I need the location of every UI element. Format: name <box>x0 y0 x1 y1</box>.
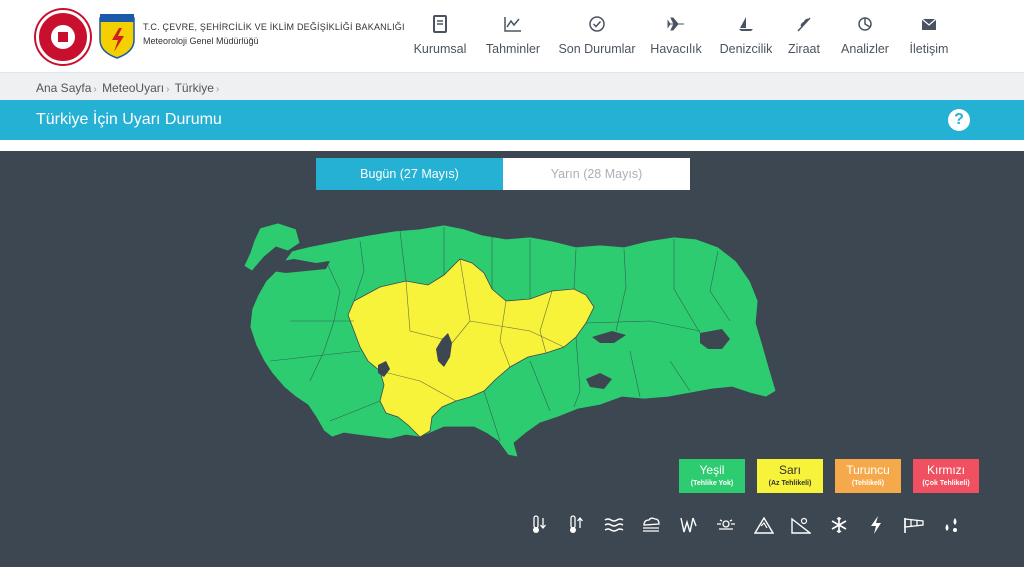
nav-label: Kurumsal <box>413 42 467 56</box>
nav-label: Havacılık <box>650 42 702 56</box>
warning-legend: Yeşil (Tehlike Yok) Sarı (Az Tehlikeli) … <box>679 459 991 493</box>
legend-orange[interactable]: Turuncu (Tehlikeli) <box>835 459 901 493</box>
nav-kurumsal[interactable]: Kurumsal <box>408 14 472 56</box>
legend-desc: (Tehlikeli) <box>851 480 885 487</box>
turkey-warning-map[interactable] <box>230 211 790 461</box>
nav-havacilik[interactable]: Havacılık <box>649 14 703 56</box>
hail-icon[interactable] <box>933 511 971 539</box>
rain-icon[interactable] <box>670 511 708 539</box>
wind-waves-icon[interactable] <box>595 511 633 539</box>
page-title: Türkiye İçin Uyarı Durumu <box>36 111 222 128</box>
nav-iletisim[interactable]: İletişim <box>909 14 949 56</box>
breadcrumb-home[interactable]: Ana Sayfa <box>36 81 91 95</box>
meteorology-logo[interactable] <box>98 10 136 60</box>
nav-label: Son Durumlar <box>558 42 636 56</box>
nav-label: Analizler <box>841 42 889 56</box>
ministry-name: T.C. ÇEVRE, ŞEHİRCİLİK VE İKLİM DEĞİŞİKL… <box>143 22 405 32</box>
nav-label: İletişim <box>909 42 949 56</box>
low-temperature-icon[interactable] <box>520 511 558 539</box>
directorate-name: Meteoroloji Genel Müdürlüğü <box>143 36 259 46</box>
ministry-logo[interactable] <box>36 10 90 64</box>
legend-name: Yeşil <box>699 463 725 477</box>
warning-panel: Bugün (27 Mayıs) Yarın (28 Mayıs) Yeşil … <box>0 151 1024 567</box>
plane-icon <box>667 17 684 31</box>
snowflake-icon[interactable] <box>820 511 858 539</box>
organization-name: T.C. ÇEVRE, ŞEHİRCİLİK VE İKLİM DEĞİŞİKL… <box>143 22 405 46</box>
breadcrumb-turkiye[interactable]: Türkiye <box>175 81 214 95</box>
nav-son-durumlar[interactable]: Son Durumlar <box>557 14 637 56</box>
high-temperature-icon[interactable] <box>558 511 596 539</box>
book-icon <box>433 15 447 33</box>
avalanche-icon[interactable] <box>745 511 783 539</box>
envelope-icon <box>921 18 937 30</box>
breadcrumb: Ana Sayfa › MeteoUyarı › Türkiye › <box>0 72 1024 100</box>
legend-desc: (Çok Tehlikeli) <box>922 480 970 487</box>
chart-icon <box>504 17 521 32</box>
nav-label: Denizcilik <box>719 42 773 56</box>
windsock-icon[interactable] <box>895 511 933 539</box>
legend-name: Turuncu <box>846 463 890 477</box>
legend-name: Kırmızı <box>927 463 965 477</box>
page-title-bar: Türkiye İçin Uyarı Durumu ? <box>0 100 1024 140</box>
nav-ziraat[interactable]: Ziraat <box>785 14 823 56</box>
tab-today[interactable]: Bugün (27 Mayıs) <box>316 158 503 190</box>
nav-label: Ziraat <box>788 42 820 56</box>
breadcrumb-meteouyari[interactable]: MeteoUyarı <box>102 81 164 95</box>
nav-label: Tahminler <box>485 42 541 56</box>
landslide-icon[interactable] <box>783 511 821 539</box>
help-icon[interactable]: ? <box>948 109 970 131</box>
legend-yellow[interactable]: Sarı (Az Tehlikeli) <box>757 459 823 493</box>
wheat-icon <box>797 17 811 32</box>
snowfall-icon[interactable] <box>633 511 671 539</box>
nav-analizler[interactable]: Analizler <box>841 14 889 56</box>
tab-tomorrow[interactable]: Yarın (28 Mayıs) <box>503 158 690 190</box>
sailboat-icon <box>739 17 753 31</box>
day-tabs: Bugün (27 Mayıs) Yarın (28 Mayıs) <box>316 158 690 190</box>
legend-desc: (Az Tehlikeli) <box>768 480 812 487</box>
analysis-icon <box>858 17 872 31</box>
main-nav: Kurumsal Tahminler Son Durumlar Havacılı… <box>408 14 949 56</box>
nav-tahminler[interactable]: Tahminler <box>483 14 543 56</box>
nav-denizcilik[interactable]: Denizcilik <box>717 14 775 56</box>
check-circle-icon <box>589 16 605 32</box>
lightning-icon[interactable] <box>858 511 896 539</box>
legend-green[interactable]: Yeşil (Tehlike Yok) <box>679 459 745 493</box>
site-header: T.C. ÇEVRE, ŞEHİRCİLİK VE İKLİM DEĞİŞİKL… <box>0 0 1024 72</box>
weather-type-icons <box>520 511 970 539</box>
legend-name: Sarı <box>778 463 801 477</box>
fog-icon[interactable] <box>708 511 746 539</box>
legend-red[interactable]: Kırmızı (Çok Tehlikeli) <box>913 459 979 493</box>
legend-desc: (Tehlike Yok) <box>690 480 734 487</box>
